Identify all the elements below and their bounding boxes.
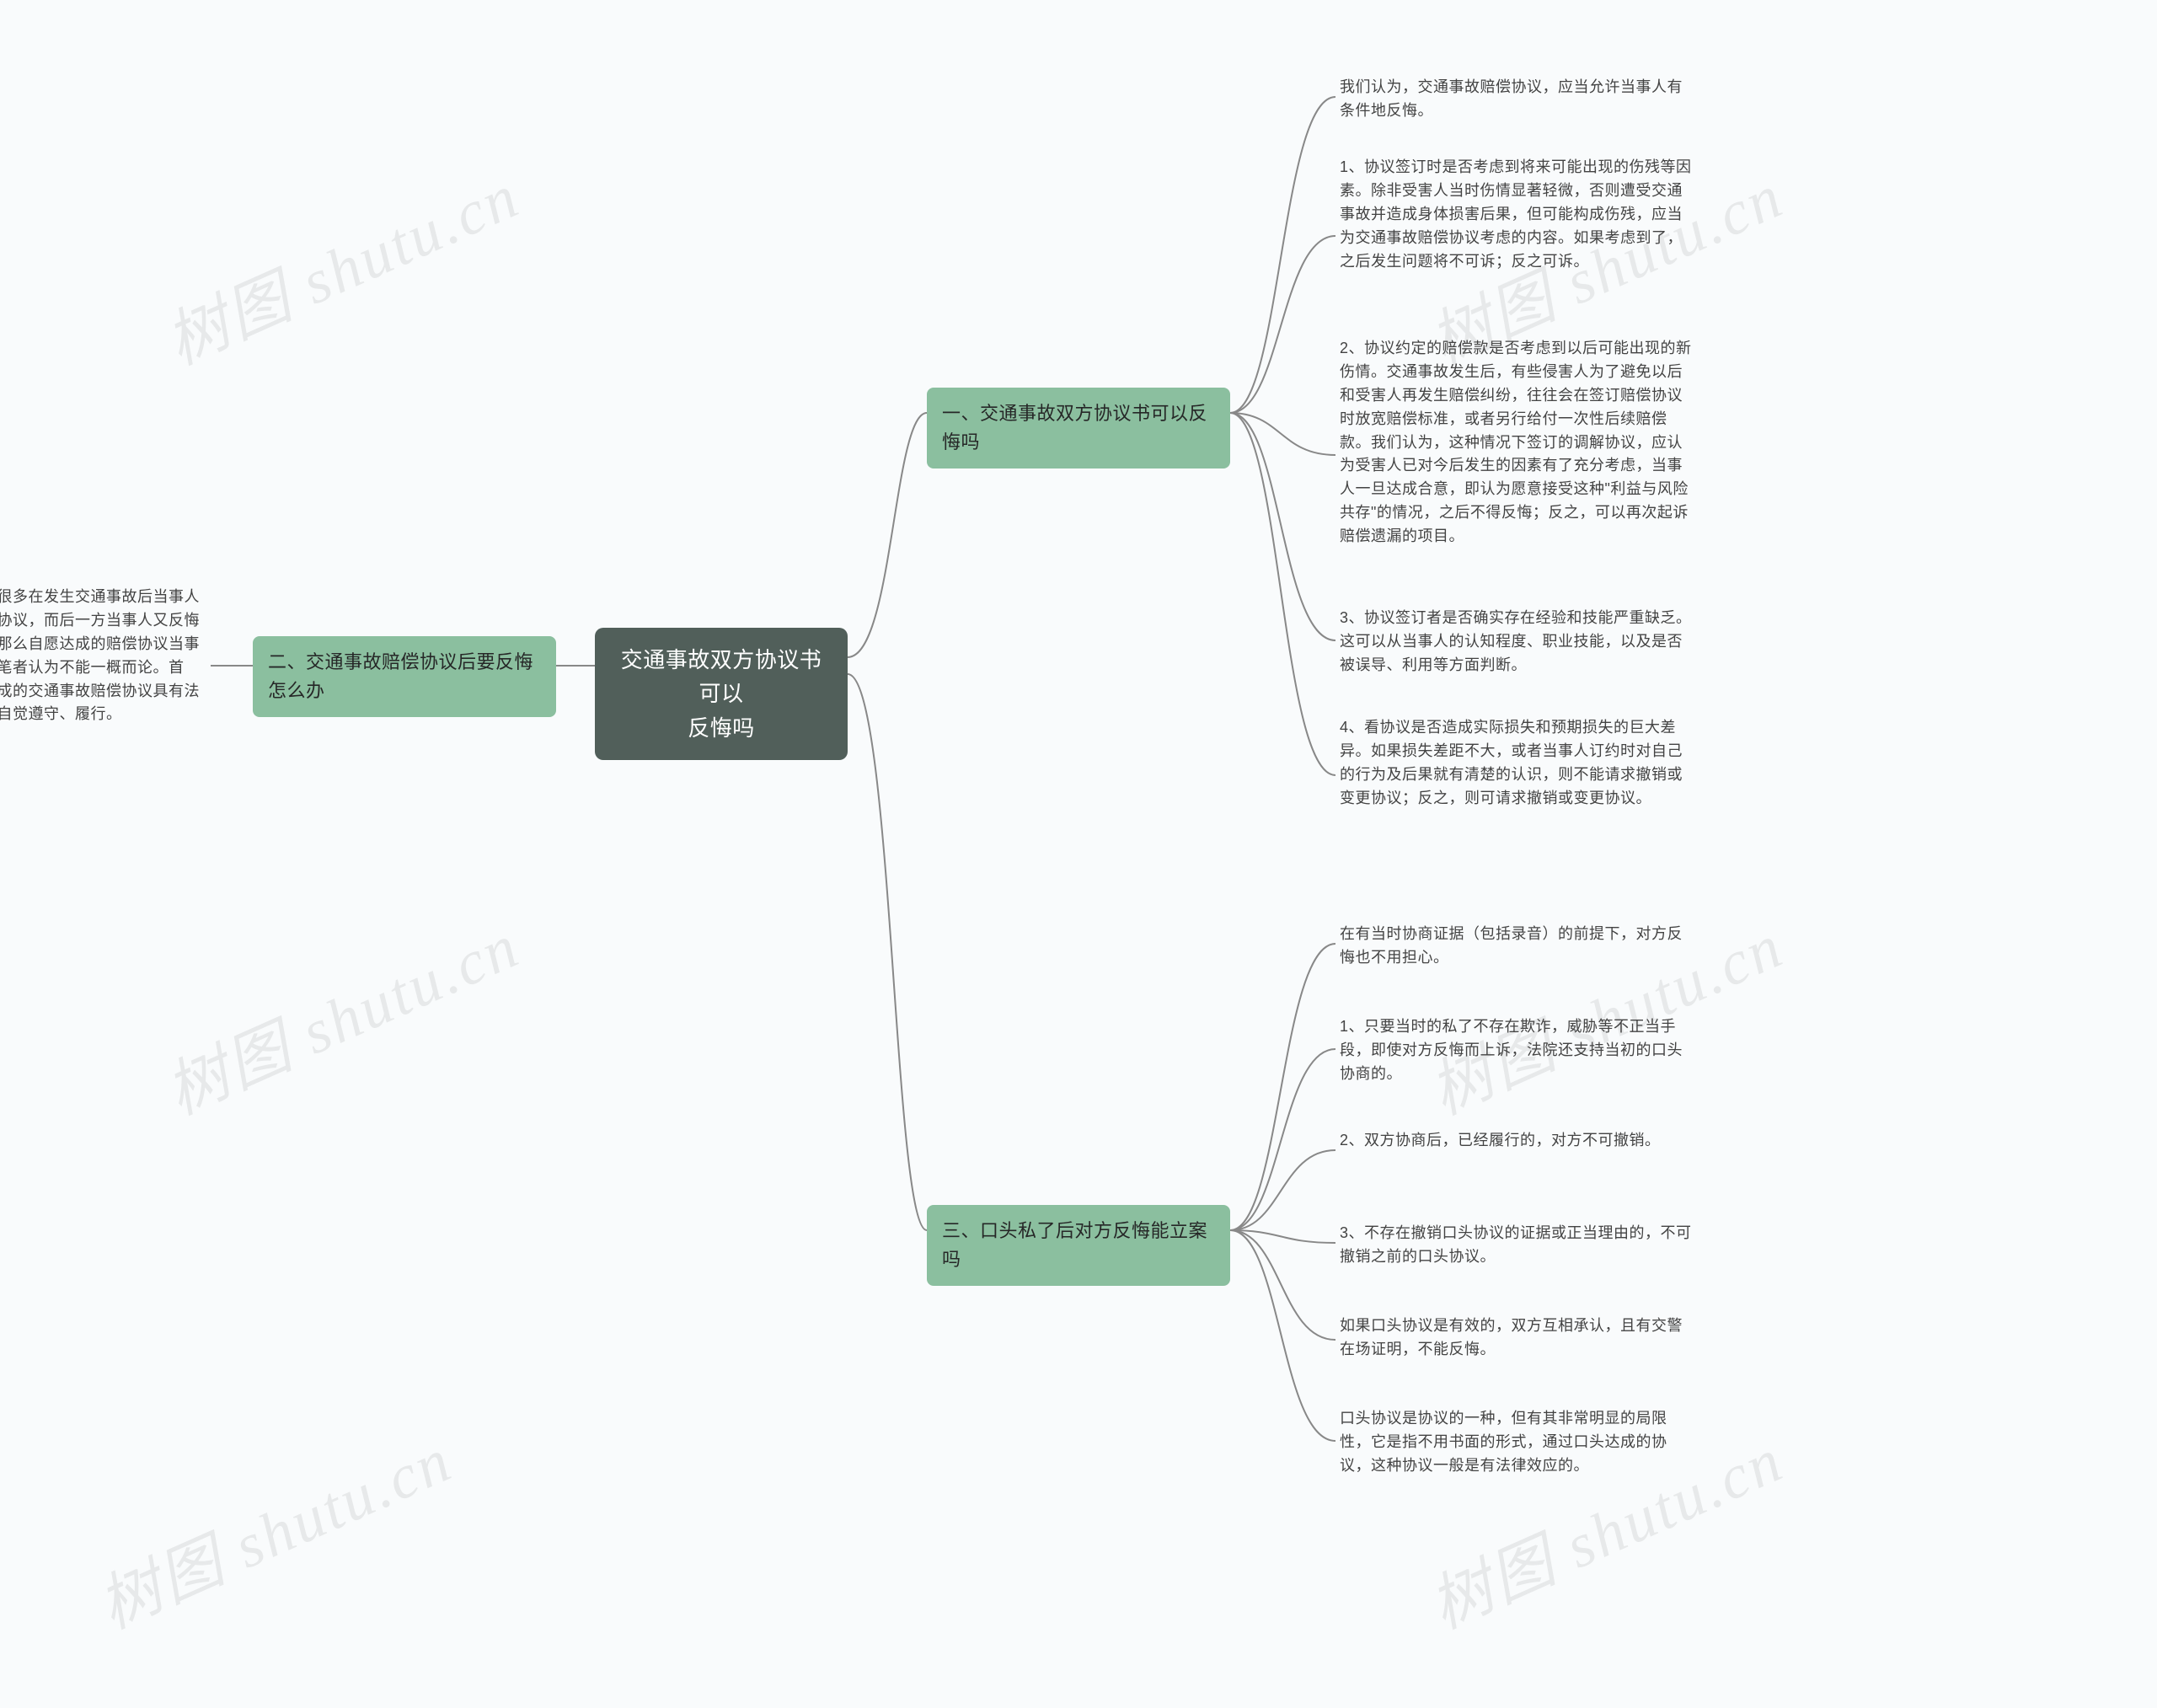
watermark: 树图 shutu.cn: [150, 896, 532, 1132]
connector-layer: [0, 0, 2157, 1708]
leaf-b3-5: 口头协议是协议的一种，但有其非常明显的局限性，它是指不用书面的形式，通过口头达成…: [1340, 1407, 1694, 1478]
watermark: 树图 shutu.cn: [150, 146, 532, 382]
leaf-b3-4: 如果口头协议是有效的，双方互相承认，且有交警在场证明，不能反悔。: [1340, 1314, 1694, 1362]
leaf-b3-2: 2、双方协商后，已经履行的，对方不可撤销。: [1340, 1129, 1694, 1153]
leaf-b1-0: 我们认为，交通事故赔偿协议，应当允许当事人有条件地反悔。: [1340, 76, 1694, 123]
leaf-b3-1: 1、只要当时的私了不存在欺诈，威胁等不正当手段，即使对方反悔而上诉，法院还支持当…: [1340, 1015, 1694, 1086]
leaf-b1-4: 4、看协议是否造成实际损失和预期损失的巨大差异。如果损失差距不大，或者当事人订约…: [1340, 716, 1694, 811]
root-node[interactable]: 交通事故双方协议书可以 反悔吗: [595, 628, 848, 760]
watermark: 树图 shutu.cn: [83, 1410, 464, 1646]
leaf-b3-0: 在有当时协商证据（包括录音）的前提下，对方反悔也不用担心。: [1340, 923, 1694, 970]
leaf-b3-3: 3、不存在撤销口头协议的证据或正当理由的，不可撤销之前的口头协议。: [1340, 1222, 1694, 1269]
branch-section-2[interactable]: 二、交通事故赔偿协议后要反悔怎么办: [253, 636, 556, 717]
branch-section-3[interactable]: 三、口头私了后对方反悔能立案吗: [927, 1205, 1230, 1286]
leaf-b1-2: 2、协议约定的赔偿款是否考虑到以后可能出现的新伤情。交通事故发生后，有些侵害人为…: [1340, 337, 1694, 549]
leaf-b2-0: 在司法实践中，存在很多在发生交通事故后当事人双方达成并签订赔偿协议，而后一方当事…: [0, 586, 211, 726]
leaf-b1-1: 1、协议签订时是否考虑到将来可能出现的伤残等因素。除非受害人当时伤情显著轻微，否…: [1340, 156, 1694, 273]
branch-section-1[interactable]: 一、交通事故双方协议书可以反悔吗: [927, 388, 1230, 468]
leaf-b1-3: 3、协议签订者是否确实存在经验和技能严重缺乏。这可以从当事人的认知程度、职业技能…: [1340, 607, 1694, 677]
